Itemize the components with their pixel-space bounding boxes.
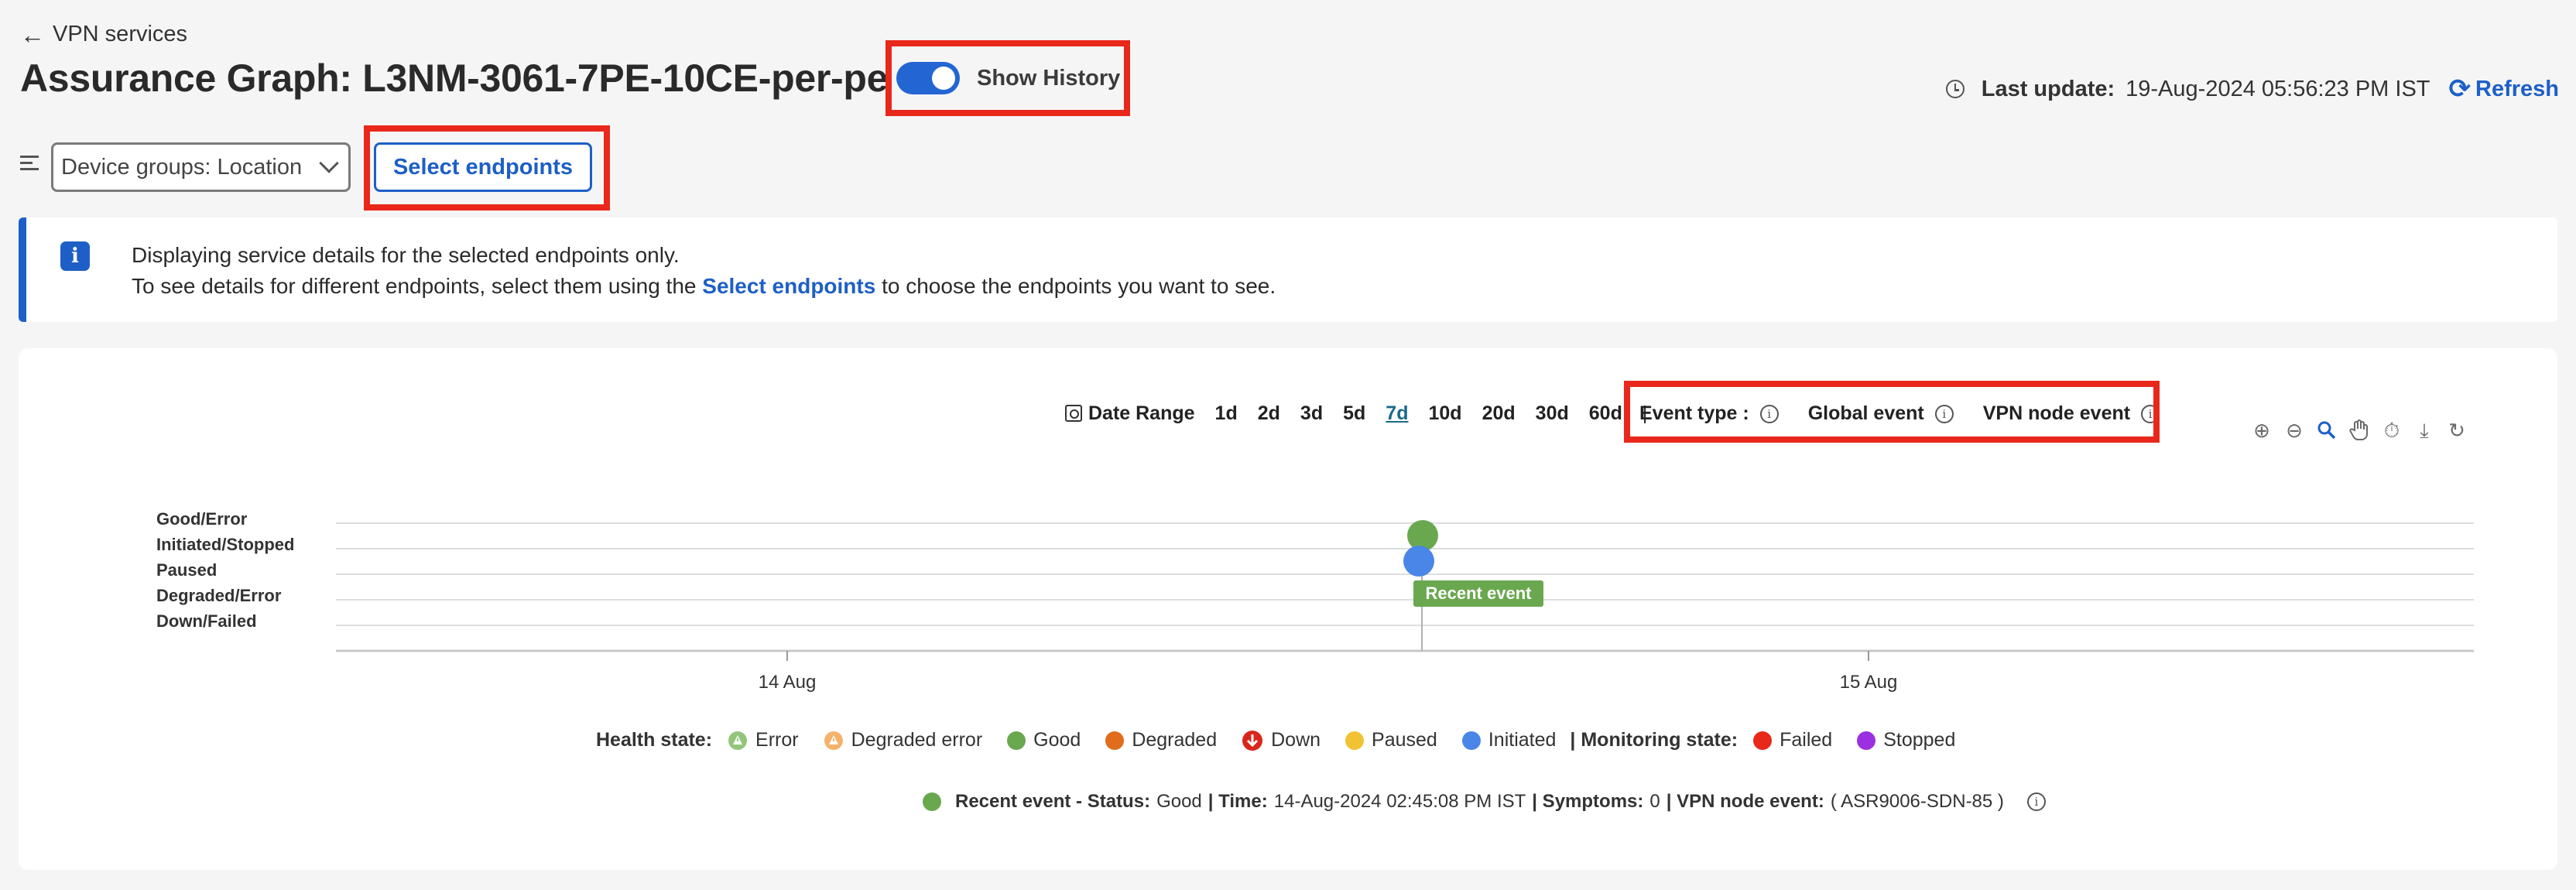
date-range-option-2d[interactable]: 2d	[1258, 402, 1280, 425]
refresh-label: Refresh	[2475, 76, 2559, 101]
banner-line-2-before: To see details for different endpoints, …	[132, 274, 697, 298]
chevron-down-icon	[319, 153, 339, 173]
zoom-in-icon[interactable]: ⊕	[2251, 419, 2273, 441]
recent-event-marker-label: Recent event	[1426, 584, 1533, 603]
date-range-option-1d[interactable]: 1d	[1215, 402, 1238, 425]
refresh-button[interactable]: ⟳ Refresh	[2449, 76, 2560, 102]
y-label-initiated-stopped: Initiated/Stopped	[156, 535, 295, 554]
last-update: Last update: 19-Aug-2024 05:56:23 PM IST…	[1945, 76, 2560, 102]
date-range-option-20d[interactable]: 20d	[1482, 402, 1516, 425]
recent-event-status: Good	[1156, 791, 1202, 812]
info-icon: i	[60, 241, 90, 271]
recent-status-dot	[923, 792, 941, 811]
back-link-label: VPN services	[53, 22, 188, 46]
calendar-icon	[1065, 405, 1082, 422]
reset-zoom-icon[interactable]: ⏱	[2381, 419, 2403, 441]
date-range-option-30d[interactable]: 30d	[1536, 402, 1569, 425]
banner-line-2-after: to choose the endpoints you want to see.	[882, 274, 1276, 298]
legend-item-paused: Paused	[1345, 729, 1437, 751]
last-update-label: Last update:	[1981, 76, 2115, 101]
date-range-option-10d[interactable]: 10d	[1428, 402, 1461, 425]
legend-item-failed: Failed	[1753, 729, 1832, 751]
recent-event-summary: Recent event - Status: Good | Time: 14-A…	[923, 791, 2046, 813]
x-tick-label: 15 Aug	[1840, 672, 1898, 693]
legend-item-initiated: Initiated	[1461, 729, 1556, 751]
last-update-value: 19-Aug-2024 05:56:23 PM IST	[2126, 76, 2430, 101]
point-initiated[interactable]	[1403, 546, 1434, 577]
monitoring-state-title: | Monitoring state:	[1570, 729, 1738, 751]
zoom-out-icon[interactable]: ⊖	[2283, 419, 2305, 441]
recent-event-time: 14-Aug-2024 02:45:08 PM IST	[1273, 791, 1526, 812]
date-range-label: Date Range	[1065, 402, 1195, 425]
back-arrow-icon: ←	[20, 20, 45, 49]
legend-item-error: Error	[728, 729, 799, 751]
legend-item-degraded: Degraded	[1105, 729, 1217, 751]
y-label-paused: Paused	[156, 560, 218, 580]
select-endpoints-link[interactable]: Select endpoints	[702, 274, 875, 298]
banner-line-1: Displaying service details for the selec…	[132, 243, 680, 267]
recent-event-info-icon[interactable]: i	[2026, 792, 2046, 811]
download-icon[interactable]: ⤓	[2413, 419, 2435, 441]
legend-item-good: Good	[1007, 729, 1081, 751]
page-title: Assurance Graph: L3NM-3061-7PE-10CE-per-…	[20, 56, 889, 100]
clock-icon	[1945, 80, 1965, 98]
x-tick-label: 14 Aug	[759, 672, 817, 693]
health-state-title: Health state:	[596, 729, 713, 751]
y-label-down-failed: Down/Failed	[156, 611, 257, 631]
recent-event-vpn-label: | VPN node event:	[1666, 791, 1824, 812]
zoom-select-icon[interactable]	[2316, 419, 2338, 441]
y-label-degraded-error: Degraded/Error	[156, 586, 282, 605]
date-range-selector: Date Range 1d 2d 3d 5d 7d 10d 20d 30d 60d |	[1065, 402, 1647, 425]
recent-event-symptoms: 0	[1649, 791, 1660, 812]
pan-hand-icon[interactable]	[2348, 419, 2370, 441]
date-range-option-60d[interactable]: 60d	[1589, 402, 1622, 425]
legend-item-degraded-error: Degraded error	[824, 729, 982, 751]
date-range-option-3d[interactable]: 3d	[1300, 402, 1323, 425]
recent-event-vpn-value: ( ASR9006-SDN-85 )	[1830, 791, 2004, 812]
recent-event-prefix: Recent event - Status:	[955, 791, 1151, 812]
highlight-box-show-history	[886, 40, 1130, 116]
device-groups-value: Device groups: Location	[61, 154, 303, 180]
back-link[interactable]: ← VPN services	[20, 22, 187, 47]
recent-event-symptoms-label: | Symptoms:	[1532, 791, 1644, 812]
gridlines	[336, 522, 2474, 626]
y-label-good-error: Good/Error	[156, 509, 248, 529]
recent-event-time-label: | Time:	[1208, 791, 1268, 812]
banner-text: Displaying service details for the selec…	[132, 240, 1276, 302]
down-arrow-icon	[1242, 730, 1263, 751]
chart-legend: Health state: Error Degraded error Good …	[596, 729, 1971, 751]
highlight-box-event-type	[1624, 381, 2160, 443]
reset-icon[interactable]: ↻	[2446, 419, 2468, 441]
highlight-box-select-endpoints	[364, 125, 610, 211]
banner-line-2: To see details for different endpoints, …	[132, 271, 1276, 302]
list-menu-icon[interactable]	[20, 156, 39, 174]
legend-item-down: Down	[1242, 729, 1321, 751]
degraded-error-warning-icon	[824, 731, 843, 750]
assurance-plot: 14 Aug 15 Aug Recent event	[336, 520, 2474, 693]
date-range-option-7d[interactable]: 7d	[1386, 402, 1408, 425]
chart-toolbar: ⊕ ⊖ ⏱ ⤓ ↻	[2251, 419, 2468, 441]
date-range-option-5d[interactable]: 5d	[1343, 402, 1365, 425]
device-groups-select[interactable]: Device groups: Location	[51, 142, 351, 192]
legend-item-stopped: Stopped	[1857, 729, 1955, 751]
refresh-icon: ⟳	[2448, 74, 2472, 104]
error-warning-icon	[728, 731, 748, 750]
